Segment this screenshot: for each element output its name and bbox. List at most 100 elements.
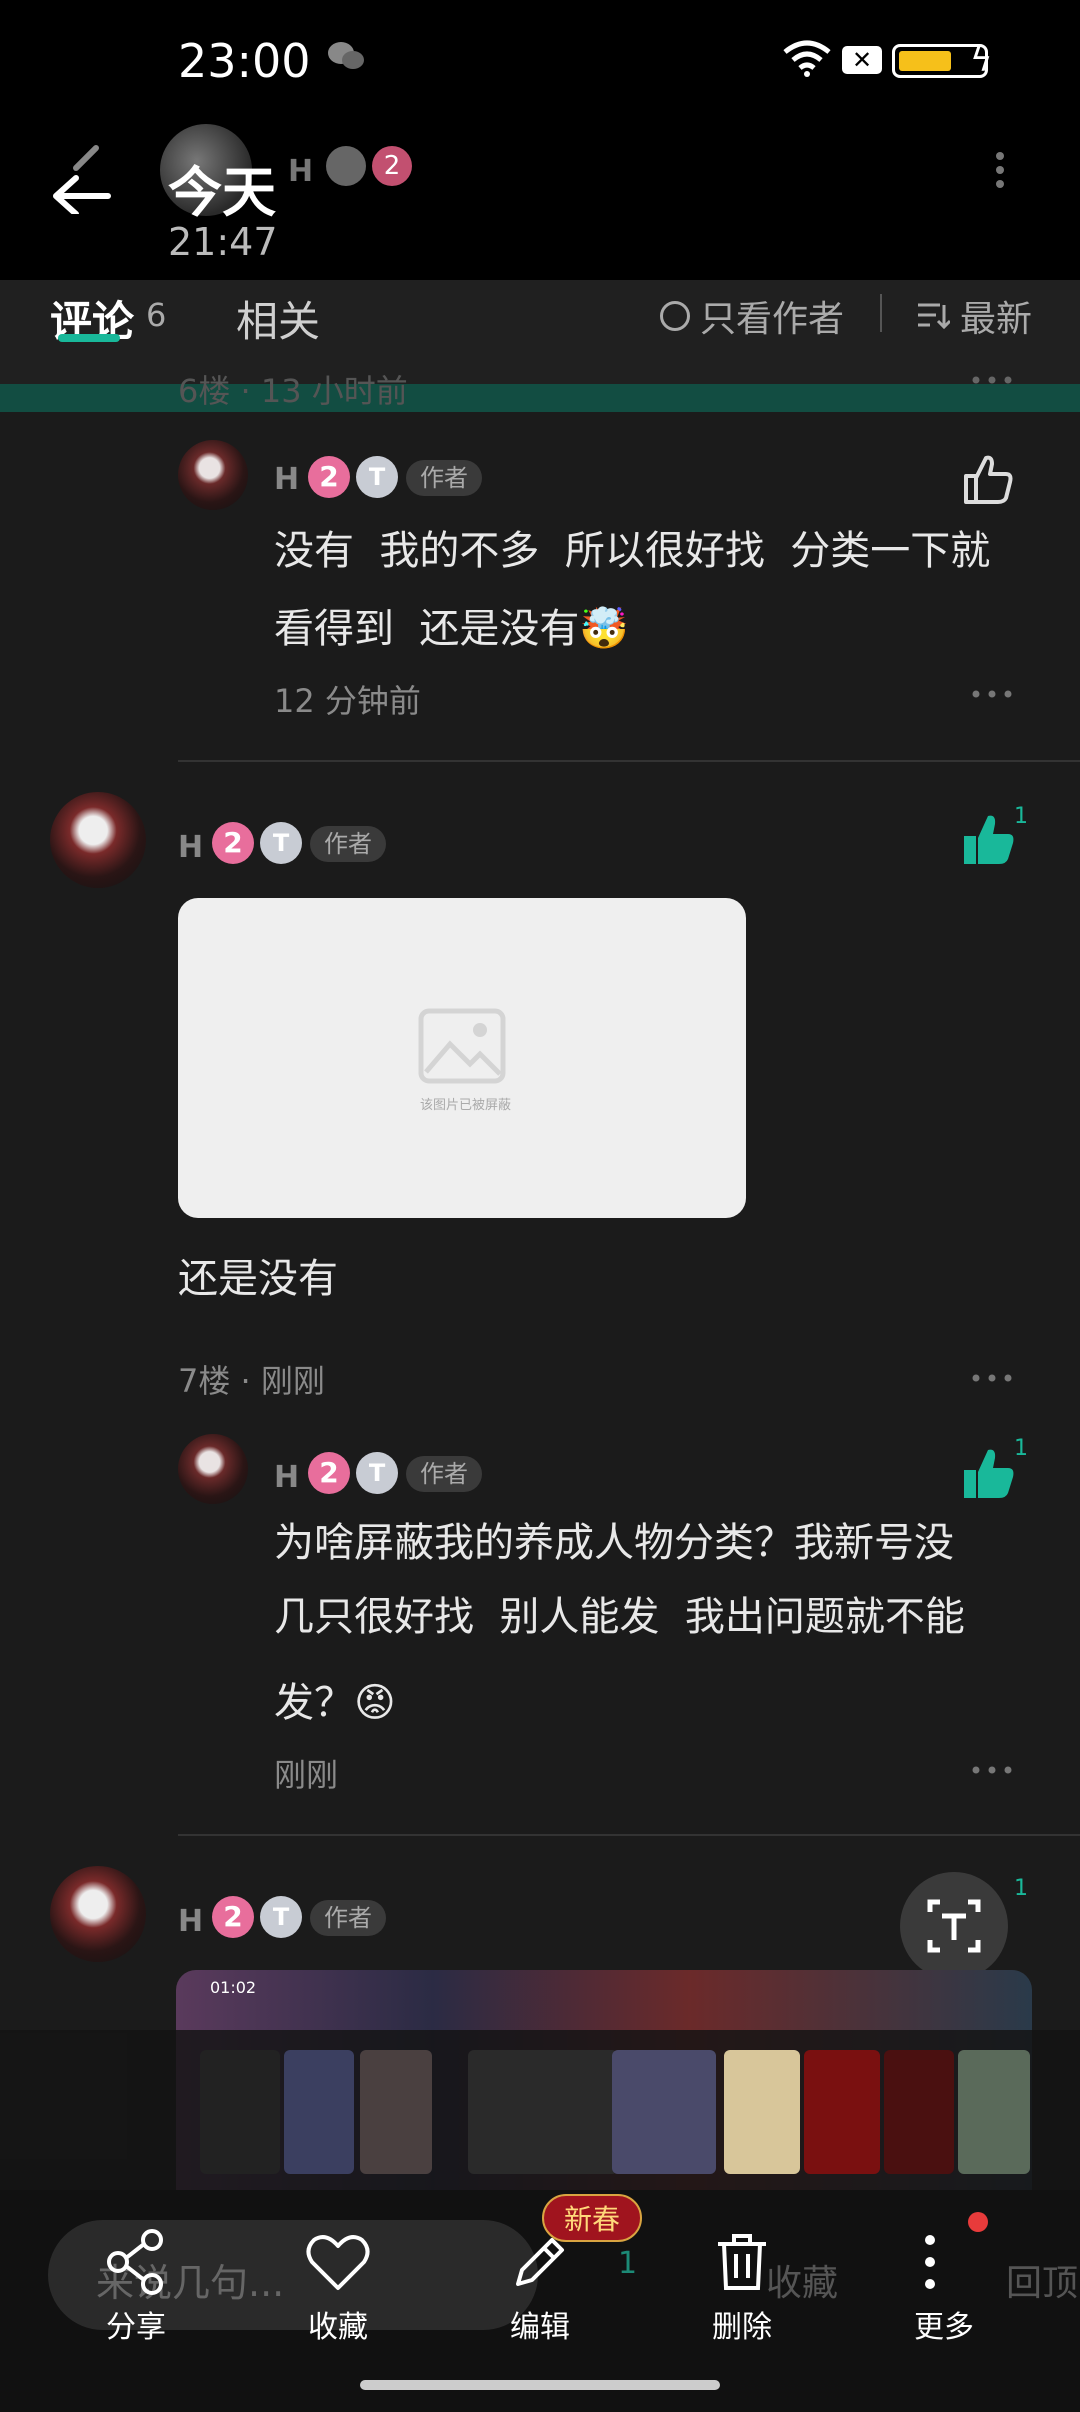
level-badge: T [356, 456, 398, 498]
level-badge [326, 146, 366, 186]
floor-header-strip [0, 384, 1080, 412]
like-count: 1 [1014, 1436, 1028, 1461]
comment-avatar[interactable] [50, 792, 146, 888]
recent-thumbnail[interactable] [612, 2050, 716, 2174]
recent-thumbnail[interactable] [200, 2050, 280, 2174]
more-options-icon[interactable] [972, 1374, 1012, 1382]
author-tag: 作者 [310, 1900, 386, 1936]
rank-badge: 2 [212, 822, 254, 864]
back-to-top-ghost: 回顶 [1006, 2263, 1079, 2304]
new-year-badge: 新春 [542, 2194, 642, 2242]
bottom-like-count: 1 [618, 2246, 638, 2281]
more-menu-icon[interactable] [990, 150, 1010, 190]
header-time: 21:47 [168, 220, 278, 264]
reply-text-line-2: 几只很好找 别人能发 我出问题就不能 [274, 1594, 965, 1640]
tab-related[interactable]: 相关 [236, 288, 320, 349]
sort-latest-button[interactable]: 最新 [916, 290, 1032, 342]
header-bar [0, 120, 1080, 280]
reply-username: H [274, 462, 300, 497]
reply-text-line-3: 发？😡 [274, 1680, 396, 1726]
level-badge: T [260, 1896, 302, 1938]
radio-circle-icon [660, 301, 690, 331]
more-button[interactable]: 更多 [874, 2226, 1014, 2346]
scan-text-icon [927, 1899, 981, 1953]
share-label: 分享 [106, 2310, 166, 2345]
reply-time: 刚刚 [274, 1756, 339, 1794]
status-time: 23:00 [178, 34, 311, 88]
comment-text: 还是没有 [178, 1256, 338, 1302]
recent-thumbnail[interactable] [360, 2050, 432, 2174]
notification-dot [968, 2212, 988, 2232]
recent-thumbnail[interactable] [468, 2050, 618, 2174]
only-author-label: 只看作者 [700, 299, 845, 340]
level-badge: T [356, 1452, 398, 1494]
reply-avatar[interactable] [178, 1434, 248, 1504]
author-tag: 作者 [310, 826, 386, 862]
reply-username: H [274, 1460, 300, 1495]
comments-count: 6 [146, 296, 167, 334]
favorite-button[interactable]: 收藏 [268, 2226, 408, 2346]
active-tab-indicator [58, 334, 120, 342]
sort-latest-label: 最新 [960, 299, 1033, 340]
image-blocked-note: 该图片已被屏蔽 [420, 1098, 512, 1113]
rank-badge: 2 [308, 1452, 350, 1494]
wifi-icon [783, 40, 831, 77]
back-arrow-icon[interactable] [46, 134, 126, 214]
share-icon [107, 2229, 163, 2295]
sim-status-icon: ✕ [842, 46, 882, 74]
reply-text-line-2: 看得到 还是没有🤯 [274, 606, 630, 652]
sort-icon [918, 303, 950, 330]
reply-text-line-1: 为啥屏蔽我的养成人物分类？我新号没 [274, 1520, 954, 1566]
reply-avatar[interactable] [178, 440, 248, 510]
divider [178, 1834, 1080, 1836]
thumbs-up-filled-icon[interactable] [960, 1446, 1016, 1502]
image-placeholder-icon [418, 1008, 506, 1084]
trash-icon [718, 2234, 766, 2290]
battery-level [899, 51, 951, 71]
share-button[interactable]: 分享 [66, 2226, 206, 2346]
author-tag: 作者 [406, 460, 482, 496]
recent-thumbnail[interactable] [804, 2050, 880, 2174]
header-title: 今天 [168, 161, 276, 224]
screenshot-time: 01:02 [210, 1978, 257, 1997]
heart-icon [306, 2235, 370, 2290]
home-indicator[interactable] [360, 2380, 720, 2390]
like-count: 1 [1014, 1876, 1028, 1901]
comment-username: H [178, 1904, 204, 1939]
recent-thumbnail[interactable] [958, 2050, 1030, 2174]
thumbs-up-filled-icon[interactable] [960, 812, 1016, 868]
wechat-icon [328, 42, 364, 69]
author-tag: 作者 [406, 1456, 482, 1492]
floor-label: 6楼 · 13 小时前 [178, 372, 408, 410]
edit-label: 编辑 [510, 2310, 570, 2345]
more-vertical-icon [925, 2235, 935, 2289]
floor-label: 7楼 · 刚刚 [178, 1362, 325, 1400]
charging-icon: ϟ [970, 40, 993, 80]
more-options-icon[interactable] [972, 376, 1012, 384]
recent-thumbnail[interactable] [724, 2050, 800, 2174]
tab-separator [880, 294, 882, 332]
rank-badge: 2 [372, 146, 412, 186]
reply-text-line-1: 没有 我的不多 所以很好找 分类一下就 [274, 528, 991, 574]
comment-username: H [178, 830, 204, 865]
text-recognition-button[interactable] [900, 1872, 1008, 1980]
only-author-toggle[interactable]: 只看作者 [660, 290, 844, 342]
divider [178, 760, 1080, 762]
reply-time: 12 分钟前 [274, 682, 421, 720]
header-username: H [288, 154, 314, 189]
more-options-icon[interactable] [972, 1766, 1012, 1774]
like-count: 1 [1014, 804, 1028, 829]
more-label: 更多 [914, 2310, 974, 2345]
delete-button[interactable]: 删除 [672, 2226, 812, 2346]
level-badge: T [260, 822, 302, 864]
thumbs-up-icon[interactable] [960, 452, 1016, 508]
more-options-icon[interactable] [972, 690, 1012, 698]
edit-button[interactable]: 编辑 [470, 2226, 610, 2346]
recent-thumbnail[interactable] [284, 2050, 354, 2174]
comment-avatar[interactable] [50, 1866, 146, 1962]
delete-label: 删除 [712, 2310, 772, 2345]
rank-badge: 2 [212, 1896, 254, 1938]
rank-badge: 2 [308, 456, 350, 498]
favorite-label: 收藏 [308, 2310, 368, 2345]
recent-thumbnail[interactable] [884, 2050, 954, 2174]
